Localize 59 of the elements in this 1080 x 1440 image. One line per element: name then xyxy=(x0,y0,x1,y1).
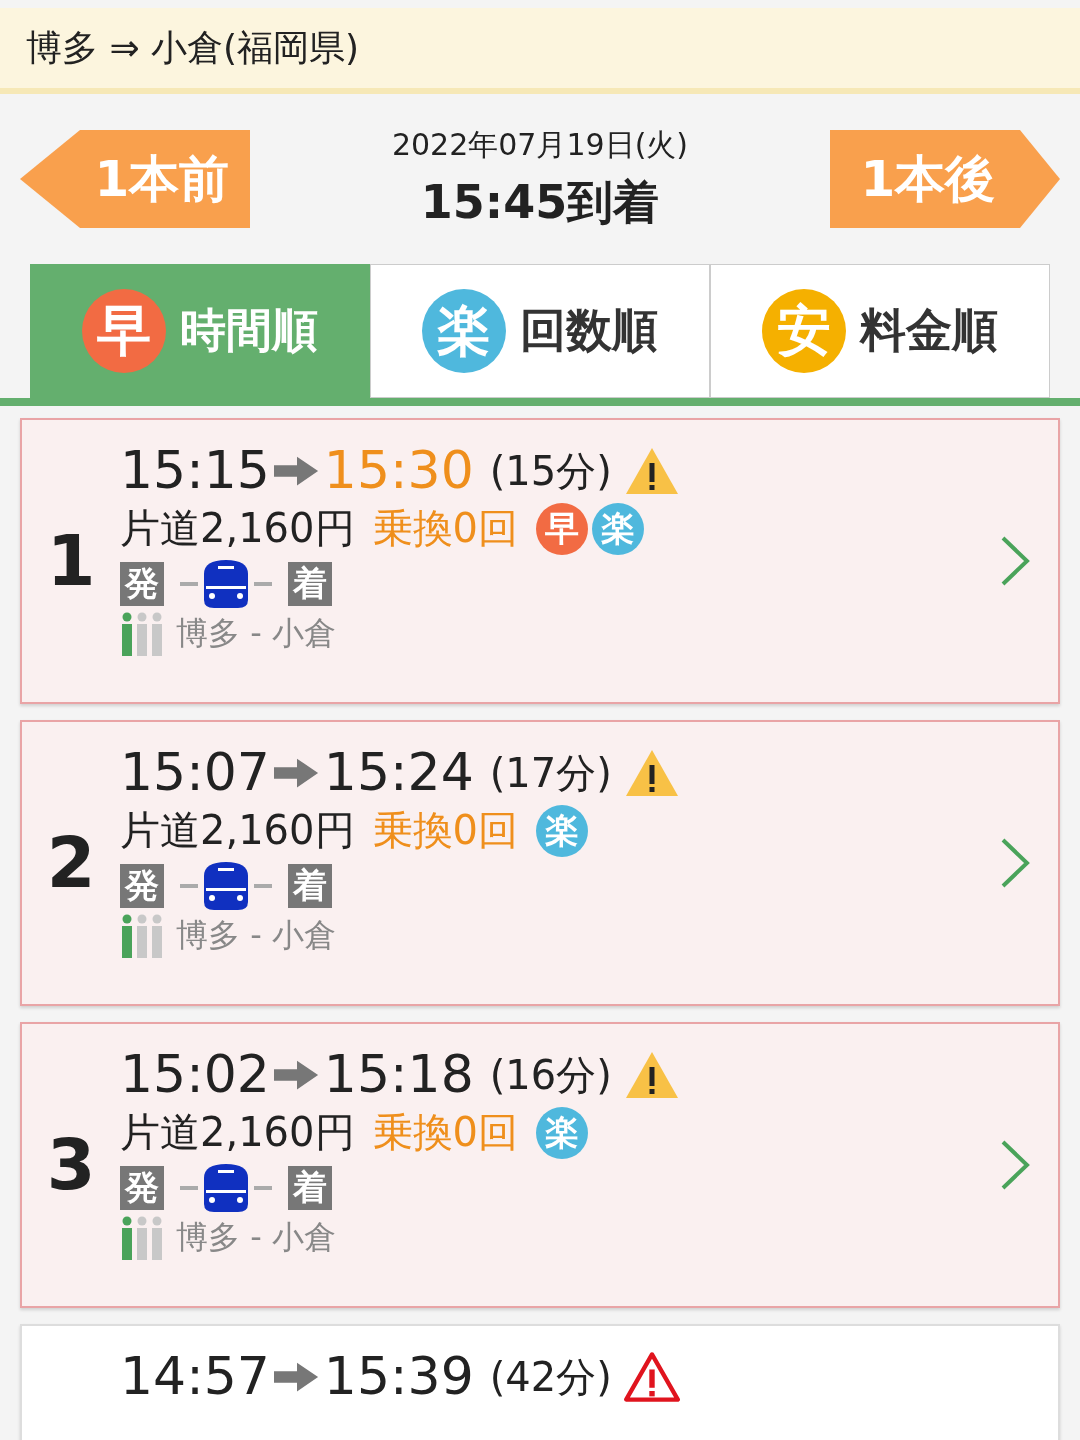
crowding-icon xyxy=(120,612,164,657)
sort-badge: 安 xyxy=(762,289,846,373)
arrival-time: 15:45到着 xyxy=(419,173,661,231)
route-badge: 楽 xyxy=(591,502,644,555)
station-range: 博多 - 小倉 xyxy=(176,915,336,957)
departure-time: 14:57 xyxy=(120,1348,270,1406)
right-arrow-icon xyxy=(273,757,320,788)
departure-time: 15:07 xyxy=(120,744,270,802)
crowding-icon xyxy=(120,914,164,959)
route-badge: 早 xyxy=(535,502,588,555)
sort-tab[interactable]: 安 料金順 xyxy=(710,264,1050,398)
arrival-tag: 着 xyxy=(288,562,332,607)
sort-tab[interactable]: 楽 回数順 xyxy=(370,264,710,398)
result-number: 3 xyxy=(46,1124,96,1206)
duration: (15分) xyxy=(489,448,612,493)
route-result-card[interactable]: 3 15:02 15:18 (16分) 片道2,160円 乗換0回 楽 発 着 博多 - 小倉 xyxy=(20,1022,1060,1308)
departure-time: 15:02 xyxy=(120,1046,270,1104)
transfer-count: 乗換0回 xyxy=(372,1108,518,1158)
route-title: 博多 ⇒ 小倉(福岡県) xyxy=(26,25,360,70)
arrival-time: 15:18 xyxy=(323,1046,474,1104)
arrival-tag: 着 xyxy=(288,1166,332,1211)
train-icon xyxy=(178,558,274,611)
fare: 片道2,160円 xyxy=(120,1108,355,1158)
departure-tag: 発 xyxy=(120,562,164,607)
fare: 片道2,160円 xyxy=(120,806,355,856)
transfer-count: 乗換0回 xyxy=(372,806,518,856)
route-badge: 楽 xyxy=(535,804,588,857)
route-result-card[interactable]: 1 15:15 15:30 (15分) 片道2,160円 乗換0回 早 楽 発 着 博多 - 小倉 xyxy=(20,418,1060,704)
sort-badge: 楽 xyxy=(422,289,506,373)
duration: (42分) xyxy=(489,1354,612,1399)
departure-time: 15:15 xyxy=(120,442,270,500)
arrival-time: 15:39 xyxy=(323,1348,474,1406)
departure-tag: 発 xyxy=(120,1166,164,1211)
chevron-right-icon[interactable] xyxy=(1000,1139,1030,1191)
duration: (16分) xyxy=(489,1052,612,1097)
chevron-right-icon[interactable] xyxy=(1000,535,1030,587)
sort-badge: 早 xyxy=(82,289,166,373)
station-range: 博多 - 小倉 xyxy=(176,1217,336,1259)
right-arrow-icon xyxy=(273,455,320,486)
train-icon xyxy=(178,1162,274,1215)
transfer-count: 乗換0回 xyxy=(372,504,518,554)
train-icon xyxy=(178,860,274,913)
result-number: 1 xyxy=(46,520,96,602)
search-date: 2022年07月19日(火) xyxy=(391,125,689,164)
chevron-right-icon[interactable] xyxy=(1000,837,1030,889)
arrival-time: 15:24 xyxy=(323,744,474,802)
arrival-tag: 着 xyxy=(288,864,332,909)
duration: (17分) xyxy=(489,750,612,795)
station-range: 博多 - 小倉 xyxy=(176,613,336,655)
right-arrow-icon xyxy=(273,1361,320,1392)
route-badge: 楽 xyxy=(535,1106,588,1159)
route-result-card[interactable]: 2 15:07 15:24 (17分) 片道2,160円 乗換0回 楽 発 着 博多 - 小倉 xyxy=(20,720,1060,1006)
arrival-time: 15:30 xyxy=(323,442,474,500)
result-number: 2 xyxy=(46,822,96,904)
fare: 片道2,160円 xyxy=(120,504,355,554)
right-arrow-icon xyxy=(273,1059,320,1090)
departure-tag: 発 xyxy=(120,864,164,909)
route-result-card[interactable]: 14:57 15:39 (42分) xyxy=(20,1324,1060,1440)
crowding-icon xyxy=(120,1216,164,1261)
